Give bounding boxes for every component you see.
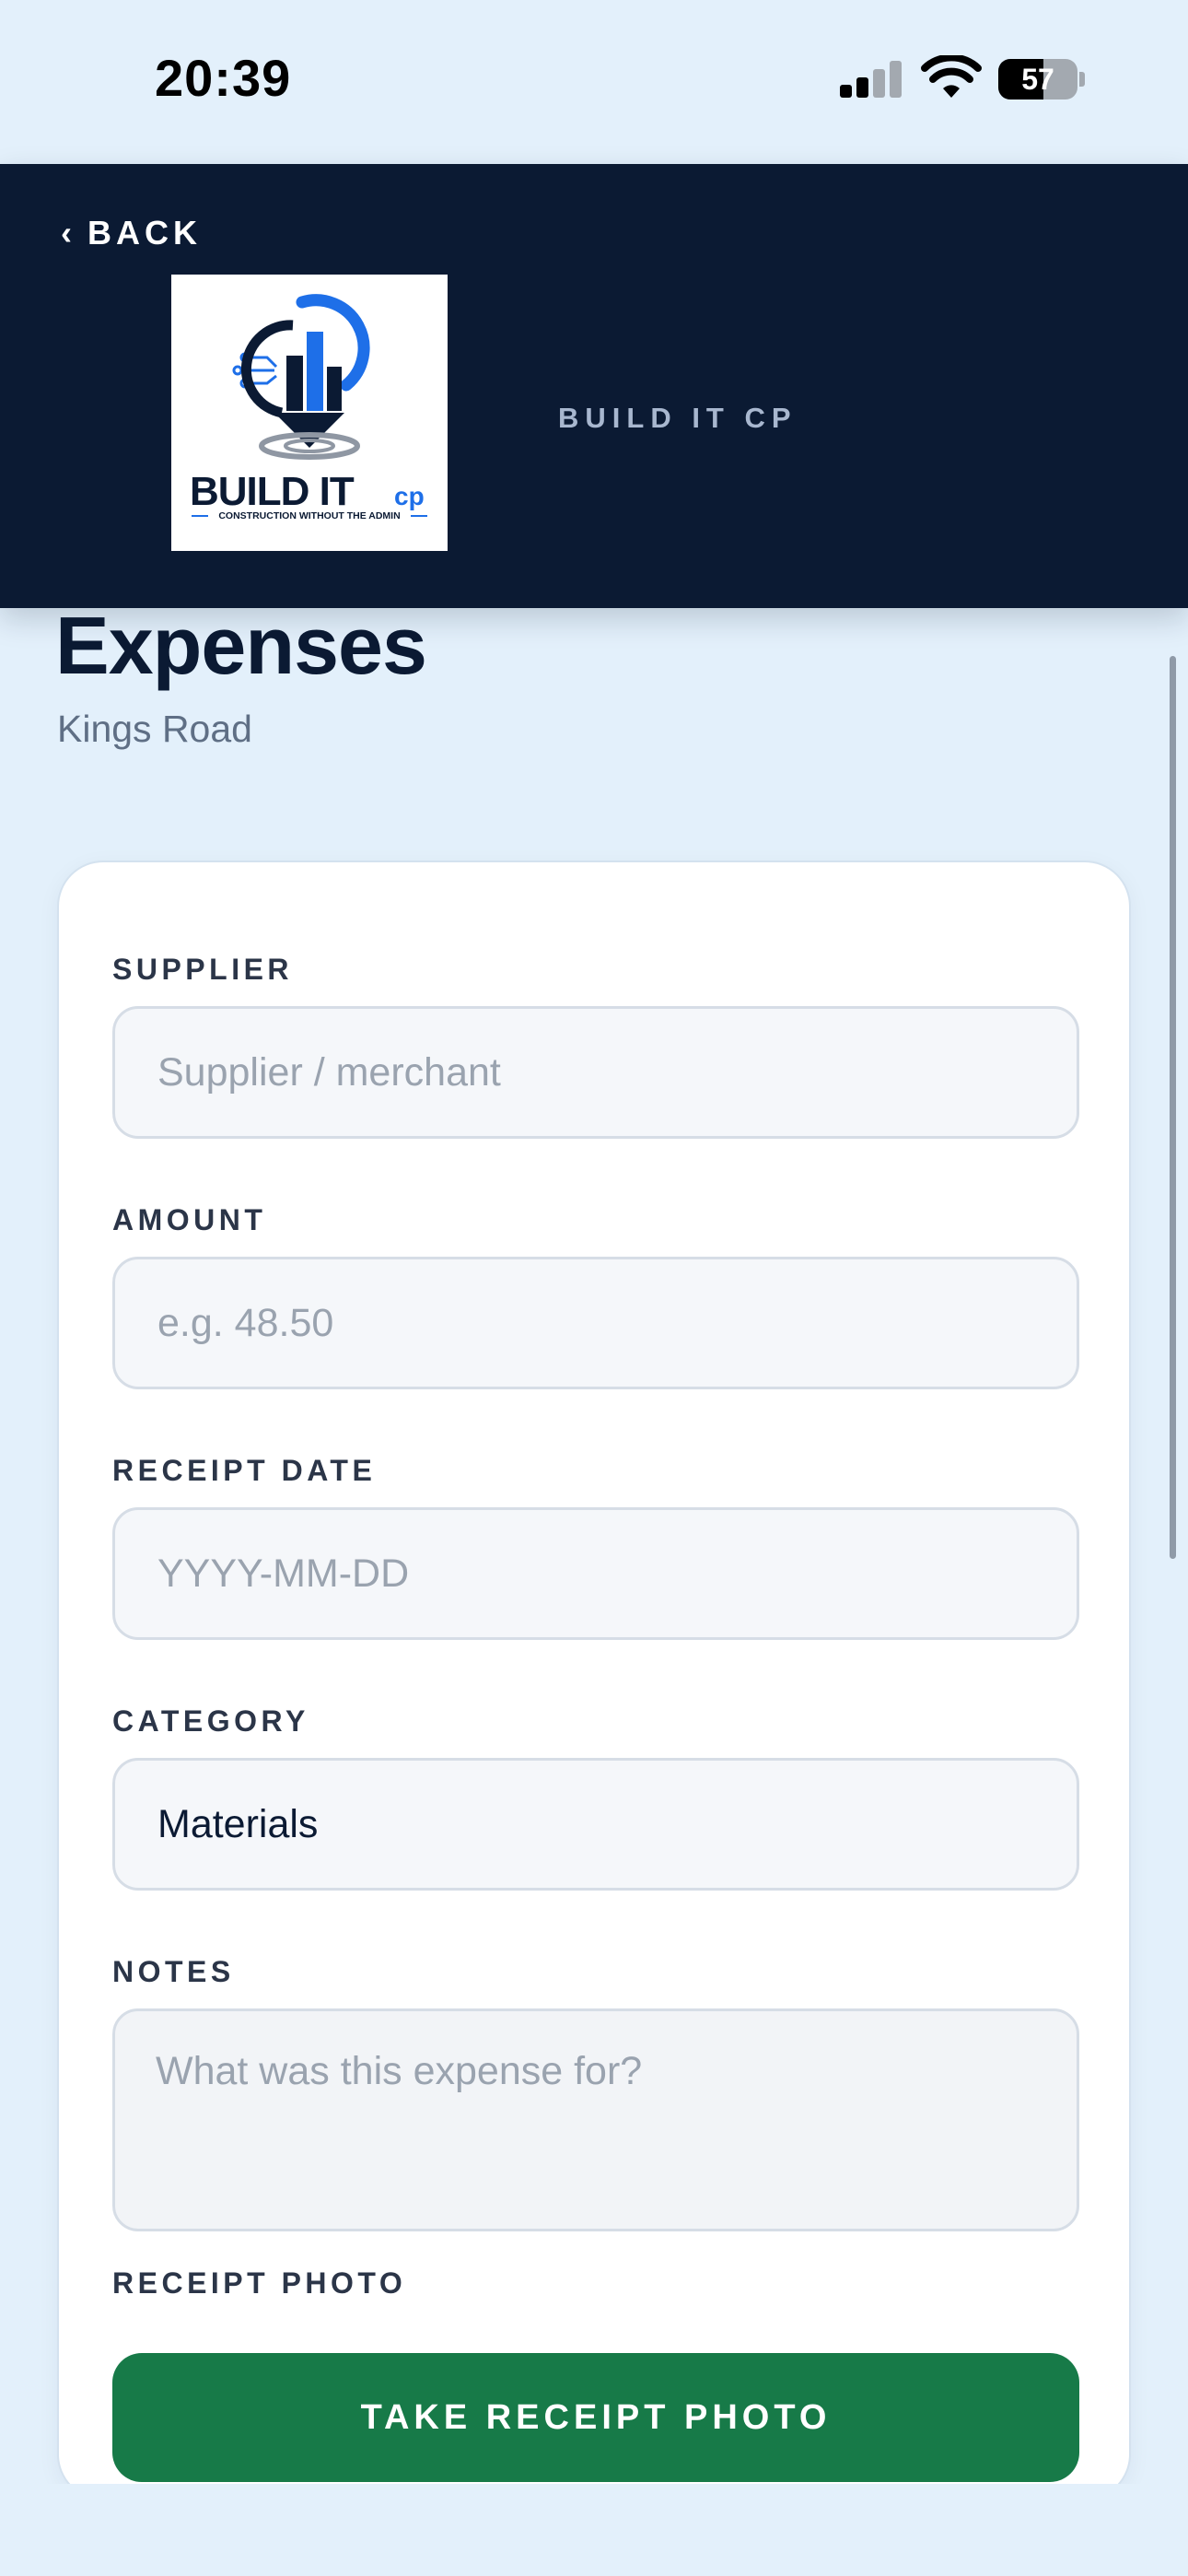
status-time: 20:39 [155,49,292,107]
receipt-date-input[interactable] [112,1507,1079,1640]
category-selected-value: Materials [157,1801,319,1846]
supplier-label: SUPPLIER [112,953,294,986]
receipt-date-label: RECEIPT DATE [112,1454,377,1487]
brand-logo: BUILD IT cp CONSTRUCTION WITHOUT THE ADM… [171,275,448,551]
bottom-safe-area [0,2484,1188,2576]
logo-wordmark: BUILD IT cp CONSTRUCTION WITHOUT THE ADM… [190,469,427,521]
svg-text:CONSTRUCTION WITHOUT THE ADMIN: CONSTRUCTION WITHOUT THE ADMIN [218,510,400,521]
amount-input[interactable] [112,1257,1079,1389]
svg-text:BUILD IT: BUILD IT [190,469,355,514]
chevron-left-icon: ‹ [61,214,76,252]
page-title: Expenses [55,600,427,691]
category-select[interactable]: Materials [112,1758,1079,1891]
wifi-icon [921,55,982,98]
battery-cap [1079,72,1085,87]
back-button[interactable]: ‹ BACK [61,214,202,252]
expense-form-card: SUPPLIER AMOUNT RECEIPT DATE CATEGORY Ma… [57,861,1131,2500]
back-label: BACK [87,214,202,252]
scrollbar[interactable] [1170,656,1176,1559]
amount-label: AMOUNT [112,1203,267,1236]
svg-text:cp: cp [394,482,425,510]
receipt-photo-label: RECEIPT PHOTO [112,2266,407,2300]
cellular-signal-icon [840,61,904,98]
page-subtitle: Kings Road [57,708,252,750]
battery-percentage: 57 [1021,62,1054,96]
battery-icon: 57 [998,59,1077,100]
category-label: CATEGORY [112,1704,309,1738]
notes-label: NOTES [112,1955,235,1988]
take-receipt-photo-button[interactable]: TAKE RECEIPT PHOTO [112,2353,1079,2482]
brand-name: BUILD IT CP [558,402,798,434]
status-bar: 20:39 57 [0,0,1188,164]
app-header: ‹ BACK BUILD IT cp CONSTRUCTION WITHOUT … [0,164,1188,608]
notes-textarea[interactable] [112,2008,1079,2231]
supplier-input[interactable] [112,1006,1079,1139]
